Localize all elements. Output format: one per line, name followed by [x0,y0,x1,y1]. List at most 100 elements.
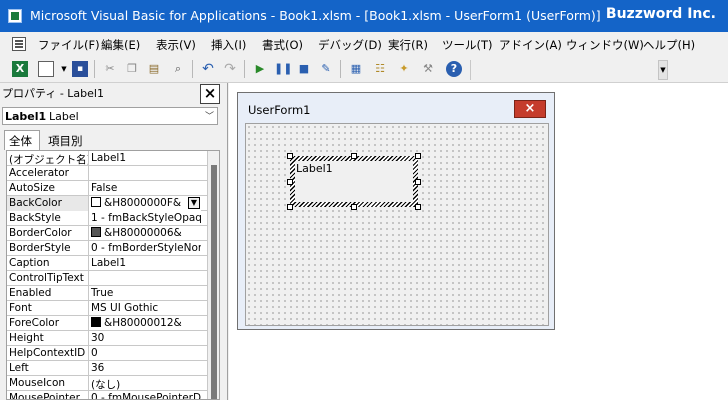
menu-view[interactable]: 表示(V) [156,37,196,53]
property-row[interactable]: Height 30 [7,331,219,346]
find-icon[interactable]: ⌕ [170,61,186,77]
menu-window[interactable]: ウィンドウ(W) [566,37,644,53]
menu-format[interactable]: 書式(O) [262,37,303,53]
property-value[interactable]: &H8000000F& ▼ [89,196,201,211]
property-value[interactable]: &H80000006& [89,226,201,241]
menu-help[interactable]: ヘルプ(H) [643,37,695,53]
menu-file[interactable]: ファイル(F) [38,37,100,53]
property-value[interactable]: True [89,286,201,301]
property-row[interactable]: Accelerator [7,166,219,181]
menu-bar: ファイル(F) 編集(E) 表示(V) 挿入(I) 書式(O) デバッグ(D) … [0,32,728,56]
property-row[interactable]: AutoSize False [7,181,219,196]
property-name: BorderColor [7,226,89,241]
chevron-down-icon[interactable]: ▼ [188,197,200,209]
property-row[interactable]: HelpContextID 0 [7,346,219,361]
object-selector[interactable]: Label1 Label ﹀ [2,107,218,125]
property-value[interactable] [89,166,201,181]
property-value[interactable]: &H80000012& [89,316,201,331]
userform-caption: UserForm1 [248,103,311,117]
toolbar-separator [192,60,193,78]
property-value[interactable]: 0 - fmBorderStyleNone [89,241,201,256]
close-icon[interactable]: × [514,100,546,118]
menu-insert[interactable]: 挿入(I) [211,37,246,53]
menu-run[interactable]: 実行(R) [388,37,428,53]
cut-icon[interactable]: ✂ [102,61,118,77]
save-icon[interactable]: ▪ [72,61,88,77]
color-swatch [91,227,101,237]
property-row-selected[interactable]: BackColor &H8000000F& ▼ [7,196,219,211]
property-row[interactable]: MousePointer0 - fmMousePointerDefault [7,391,219,399]
tab-alphabetic[interactable]: 全体 [4,130,40,150]
resize-handle[interactable] [415,153,421,159]
insert-userform-icon[interactable] [38,61,54,77]
object-browser-icon[interactable]: ✦ [396,61,412,77]
property-row[interactable]: BackStyle1 - fmBackStyleOpaque [7,211,219,226]
property-grid-scrollbar[interactable] [207,151,219,399]
view-excel-icon[interactable]: X [12,61,28,77]
resize-handle[interactable] [287,204,293,210]
label-control-body[interactable]: Label1 [295,161,413,202]
redo-icon[interactable]: ↷ [222,61,238,77]
property-name: Height [7,331,89,346]
property-row[interactable]: Font MS UI Gothic [7,301,219,316]
project-explorer-icon[interactable]: ▦ [348,61,364,77]
property-value[interactable]: 0 [89,346,201,361]
resize-handle[interactable] [415,179,421,185]
scrollbar-thumb[interactable] [211,165,217,399]
resize-handle[interactable] [415,204,421,210]
property-value[interactable]: False [89,181,201,196]
property-value-text: &H80000006& [104,227,182,239]
label-control-selected[interactable]: Label1 [290,156,418,207]
property-row[interactable]: Enabled True [7,286,219,301]
properties-window-icon[interactable]: ☷ [372,61,388,77]
tab-categorized[interactable]: 項目別 [48,130,83,150]
property-row[interactable]: ForeColor &H80000012& [7,316,219,331]
property-value[interactable]: Label1 [89,256,201,271]
chevron-down-icon[interactable]: ﹀ [205,109,214,122]
resize-handle[interactable] [287,179,293,185]
property-value[interactable]: 0 - fmMousePointerDefault [89,391,201,399]
properties-window: プロパティ - Label1 × Label1 Label ﹀ 全体 項目別 (… [0,83,228,400]
toolbar-separator [94,60,95,78]
standard-toolbar: X ▼ ▪ ✂ ❐ ▤ ⌕ ↶ ↷ ▶ ❚❚ ■ ✎ ▦ ☷ ✦ ⚒ ? ▼ [0,56,728,83]
toolbox-icon[interactable]: ⚒ [420,61,436,77]
userform-canvas[interactable]: Label1 [245,123,549,326]
system-menu-icon[interactable] [12,37,26,51]
property-value[interactable]: MS UI Gothic [89,301,201,316]
property-value[interactable]: 30 [89,331,201,346]
help-icon[interactable]: ? [446,61,462,77]
undo-icon[interactable]: ↶ [200,61,216,77]
property-value[interactable] [89,271,201,286]
property-row[interactable]: BorderColor &H80000006& [7,226,219,241]
insert-dropdown-icon[interactable]: ▼ [56,61,72,77]
reset-icon[interactable]: ■ [296,61,312,77]
design-mode-icon[interactable]: ✎ [318,61,334,77]
copy-icon[interactable]: ❐ [124,61,140,77]
object-name: Label1 [5,110,47,123]
property-value[interactable]: Label1 [89,151,201,166]
run-icon[interactable]: ▶ [252,61,268,77]
property-name: Font [7,301,89,316]
property-row[interactable]: ControlTipText [7,271,219,286]
property-value[interactable]: (なし) [89,376,201,391]
property-value[interactable]: 36 [89,361,201,376]
close-icon[interactable]: × [200,84,220,104]
property-value[interactable]: 1 - fmBackStyleOpaque [89,211,201,226]
property-row[interactable]: (オブジェクト名) Label1 [7,151,219,166]
break-icon[interactable]: ❚❚ [274,61,292,77]
menu-edit[interactable]: 編集(E) [101,37,140,53]
menu-addins[interactable]: アドイン(A) [499,37,562,53]
resize-handle[interactable] [351,204,357,210]
property-name: ControlTipText [7,271,89,286]
paste-icon[interactable]: ▤ [146,61,162,77]
menu-debug[interactable]: デバッグ(D) [318,37,382,53]
toolbar-options-icon[interactable]: ▼ [658,60,668,80]
property-row[interactable]: Caption Label1 [7,256,219,271]
property-row[interactable]: BorderStyle 0 - fmBorderStyleNone [7,241,219,256]
userform-window[interactable]: UserForm1 × Label1 [237,92,555,330]
property-row[interactable]: Left 36 [7,361,219,376]
property-row[interactable]: MouseIcon (なし) [7,376,219,391]
resize-handle[interactable] [351,153,357,159]
menu-tools[interactable]: ツール(T) [442,37,493,53]
resize-handle[interactable] [287,153,293,159]
